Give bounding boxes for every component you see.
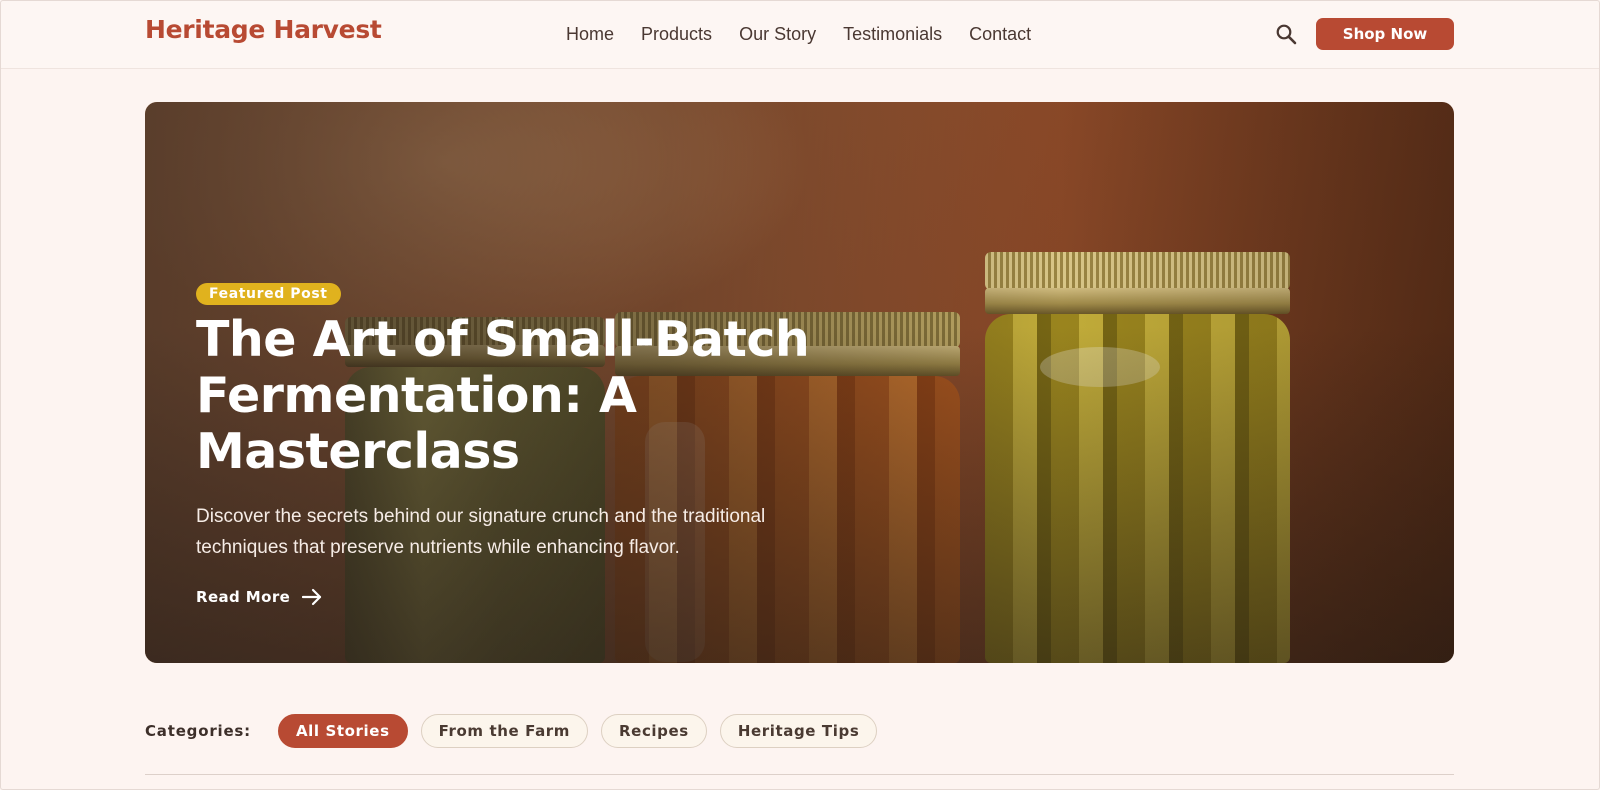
chip-heritage-tips[interactable]: Heritage Tips: [719, 714, 878, 748]
nav-item-testimonials[interactable]: Testimonials: [843, 24, 942, 45]
shop-now-button[interactable]: Shop Now: [1316, 18, 1454, 50]
brand-logo[interactable]: Heritage Harvest: [145, 15, 382, 44]
hero-title[interactable]: The Art of Small-Batch Fermentation: A M…: [196, 312, 836, 480]
nav-item-contact[interactable]: Contact: [969, 24, 1031, 45]
nav-item-our-story[interactable]: Our Story: [739, 24, 816, 45]
categories-label: Categories:: [145, 722, 251, 740]
featured-badge: Featured Post: [196, 283, 341, 305]
category-filter: Categories: All Stories From the Farm Re…: [145, 714, 890, 748]
arrow-right-icon: [302, 588, 322, 606]
chip-all-stories[interactable]: All Stories: [277, 714, 408, 748]
main-nav: Home Products Our Story Testimonials Con…: [566, 24, 1058, 45]
featured-post-hero: Featured Post The Art of Small-Batch Fer…: [145, 102, 1454, 663]
nav-item-products[interactable]: Products: [641, 24, 712, 45]
nav-item-home[interactable]: Home: [566, 24, 614, 45]
site-header: Heritage Harvest Home Products Our Story…: [0, 0, 1600, 69]
chip-recipes[interactable]: Recipes: [601, 714, 707, 748]
divider: [145, 774, 1454, 775]
read-more-link[interactable]: Read More: [196, 588, 322, 606]
read-more-label: Read More: [196, 588, 291, 606]
hero-description: Discover the secrets behind our signatur…: [196, 506, 766, 558]
search-icon[interactable]: [1275, 23, 1297, 45]
chip-from-the-farm[interactable]: From the Farm: [420, 714, 589, 748]
